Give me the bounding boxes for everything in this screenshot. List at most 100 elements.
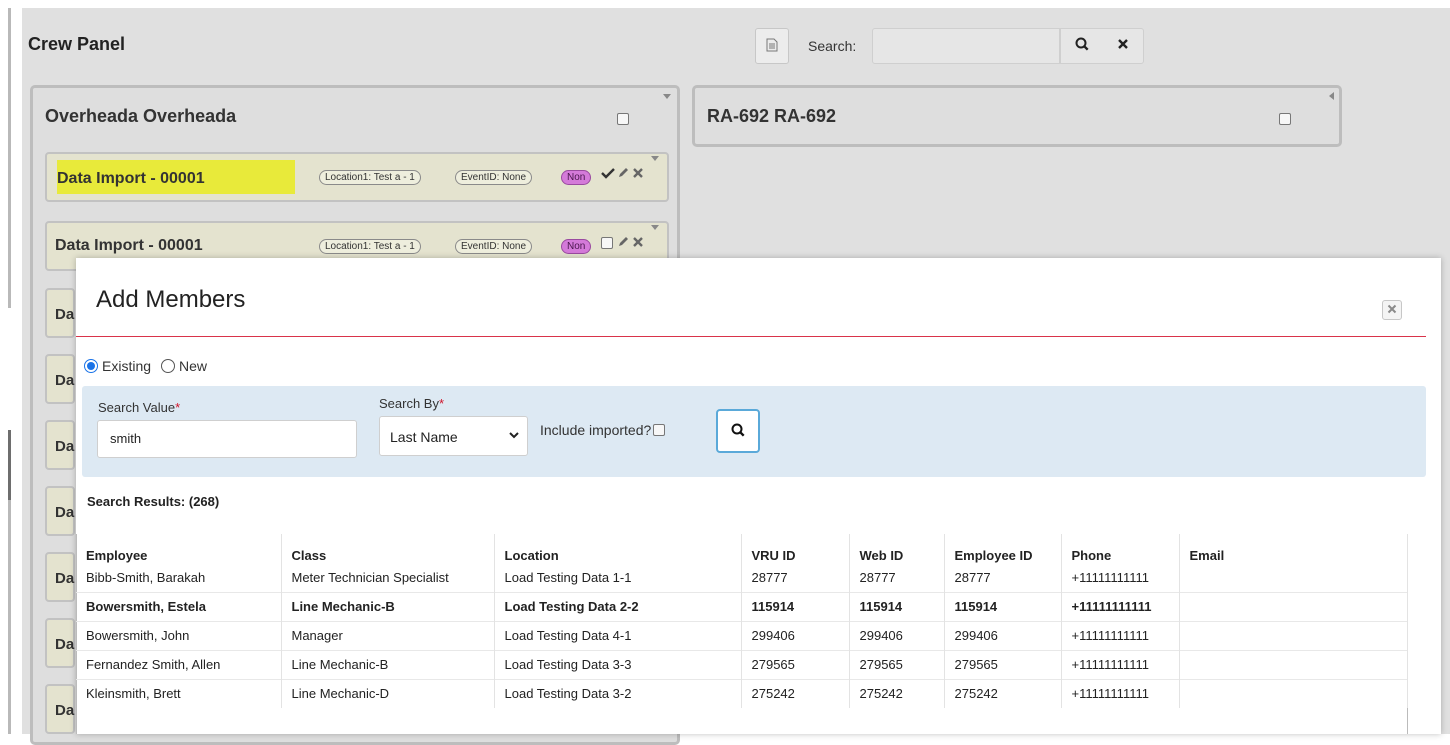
column-select-checkbox[interactable] <box>1279 113 1291 125</box>
header-email[interactable]: Email <box>1179 534 1408 563</box>
pencil-icon[interactable] <box>617 235 630 251</box>
card-actions <box>601 166 644 182</box>
card-title-partial: Da <box>55 570 75 587</box>
crew-column-ra-692: RA-692 RA-692 <box>692 85 1342 147</box>
crew-search-actions <box>1060 28 1144 64</box>
include-imported-option[interactable]: Include imported? <box>540 422 667 438</box>
header-web-id[interactable]: Web ID <box>849 534 945 563</box>
edge-scrollbar-track <box>8 8 11 308</box>
chevron-left-icon[interactable] <box>1329 92 1334 100</box>
search-value-input[interactable]: smith <box>97 420 357 458</box>
search-value-label-text: Search Value <box>98 400 176 415</box>
header-vru-id[interactable]: VRU ID <box>741 534 850 563</box>
search-by-select[interactable]: Last Name <box>379 416 528 456</box>
card-title-partial: Da <box>55 372 75 389</box>
card-actions <box>601 235 644 251</box>
table-header-row: Employee Class Location VRU ID Web ID Em… <box>76 534 1408 563</box>
card-chevron-down-icon[interactable] <box>651 225 659 230</box>
crew-card[interactable]: Data Import - 00001 Location1: Test a - … <box>45 152 669 202</box>
cell-employee: Fernandez Smith, Allen <box>76 649 282 679</box>
chevron-down-icon[interactable] <box>663 94 671 99</box>
radio-existing-indicator[interactable] <box>84 359 98 373</box>
close-icon <box>1117 37 1129 55</box>
cell-phone: +11111111111 <box>1061 620 1180 650</box>
search-by-label-text: Search By <box>379 396 439 411</box>
cell-employee: Kleinsmith, Brett <box>76 678 282 708</box>
cell-employee: Bowersmith, Estela <box>76 591 282 621</box>
cell-vru-id: 275242 <box>741 678 850 708</box>
member-search-button[interactable] <box>716 409 760 453</box>
radio-new-label: New <box>179 358 208 374</box>
header-class[interactable]: Class <box>281 534 495 563</box>
event-pill: EventID: None <box>455 170 533 185</box>
card-chevron-down-icon[interactable] <box>651 156 659 161</box>
edge-scrollbar-thumb[interactable] <box>8 430 11 500</box>
cell-location: Load Testing Data 1-1 <box>494 563 742 592</box>
required-marker: * <box>438 396 445 411</box>
required-marker: * <box>175 400 181 415</box>
dialog-divider <box>76 336 1426 337</box>
cell-email <box>1179 678 1408 708</box>
cell-employee-id: 299406 <box>944 620 1062 650</box>
table-row[interactable]: Bibb-Smith, Barakah Meter Technician Spe… <box>76 563 1408 592</box>
table-row[interactable]: Fernandez Smith, Allen Line Mechanic-B L… <box>76 649 1408 679</box>
search-icon <box>1075 37 1089 56</box>
table-row[interactable]: Bowersmith, Estela Line Mechanic-B Load … <box>76 591 1408 621</box>
cell-employee-id: 279565 <box>944 649 1062 679</box>
crew-search-button[interactable] <box>1061 29 1102 63</box>
delete-icon[interactable] <box>632 235 644 251</box>
cell-phone: +11111111111 <box>1061 649 1180 679</box>
header-employee-id[interactable]: Employee ID <box>944 534 1062 563</box>
pencil-icon[interactable] <box>617 166 630 182</box>
crew-card-partial[interactable]: Da <box>45 354 75 404</box>
cell-phone: +11111111111 <box>1061 678 1180 708</box>
crew-card-partial[interactable]: Da <box>45 618 75 668</box>
table-row[interactable]: Kleinsmith, Brett Line Mechanic-D Load T… <box>76 678 1408 708</box>
header-employee[interactable]: Employee <box>76 534 282 563</box>
search-label: Search: <box>808 38 857 54</box>
cell-email <box>1179 563 1408 592</box>
document-icon <box>766 38 778 55</box>
radio-new-indicator[interactable] <box>161 359 176 373</box>
cell-email <box>1179 620 1408 650</box>
crew-search-clear-button[interactable] <box>1102 29 1143 63</box>
chevron-down-icon <box>509 428 519 442</box>
cell-web-id: 279565 <box>849 649 945 679</box>
include-imported-checkbox[interactable] <box>653 424 666 436</box>
page-title: Crew Panel <box>28 34 126 54</box>
crew-card-partial[interactable]: Da <box>45 486 75 536</box>
crew-card-partial[interactable]: Da <box>45 288 75 338</box>
card-title-partial: Da <box>55 306 75 323</box>
cell-web-id: 115914 <box>849 591 945 621</box>
table-row[interactable]: Bowersmith, John Manager Load Testing Da… <box>76 620 1408 650</box>
cell-phone: +11111111111 <box>1061 591 1180 621</box>
document-button[interactable] <box>755 28 789 64</box>
location-pill: Location1: Test a - 1 <box>319 239 421 254</box>
search-by-label: Search By* <box>379 396 444 411</box>
card-select-checkbox[interactable] <box>601 237 613 249</box>
status-badge: Non <box>561 170 592 185</box>
app-root: Crew Panel Search: Overheada Overheada D… <box>0 0 1450 745</box>
header-phone[interactable]: Phone <box>1061 534 1180 563</box>
cell-employee-id: 115914 <box>944 591 1062 621</box>
cell-web-id: 275242 <box>849 678 945 708</box>
card-title-partial: Da <box>55 636 75 653</box>
search-icon <box>731 423 745 440</box>
column-select-checkbox[interactable] <box>617 113 629 125</box>
radio-existing[interactable]: Existing <box>84 358 151 374</box>
crew-card-partial[interactable]: Da <box>45 684 75 734</box>
cell-class: Manager <box>281 620 495 650</box>
delete-icon[interactable] <box>632 166 644 182</box>
close-dialog-button[interactable] <box>1382 300 1402 320</box>
crew-search-input[interactable] <box>872 28 1060 64</box>
radio-new[interactable]: New <box>161 358 207 374</box>
check-icon[interactable] <box>601 166 615 182</box>
crew-card-partial[interactable]: Da <box>45 420 75 470</box>
crew-card-partial[interactable]: Da <box>45 552 75 602</box>
cell-class: Meter Technician Specialist <box>281 563 495 592</box>
edge-scrollbar-track-lower <box>8 500 11 734</box>
radio-existing-label: Existing <box>102 358 152 374</box>
event-pill: EventID: None <box>455 239 533 254</box>
card-title-partial: Da <box>55 504 75 521</box>
header-location[interactable]: Location <box>494 534 742 563</box>
